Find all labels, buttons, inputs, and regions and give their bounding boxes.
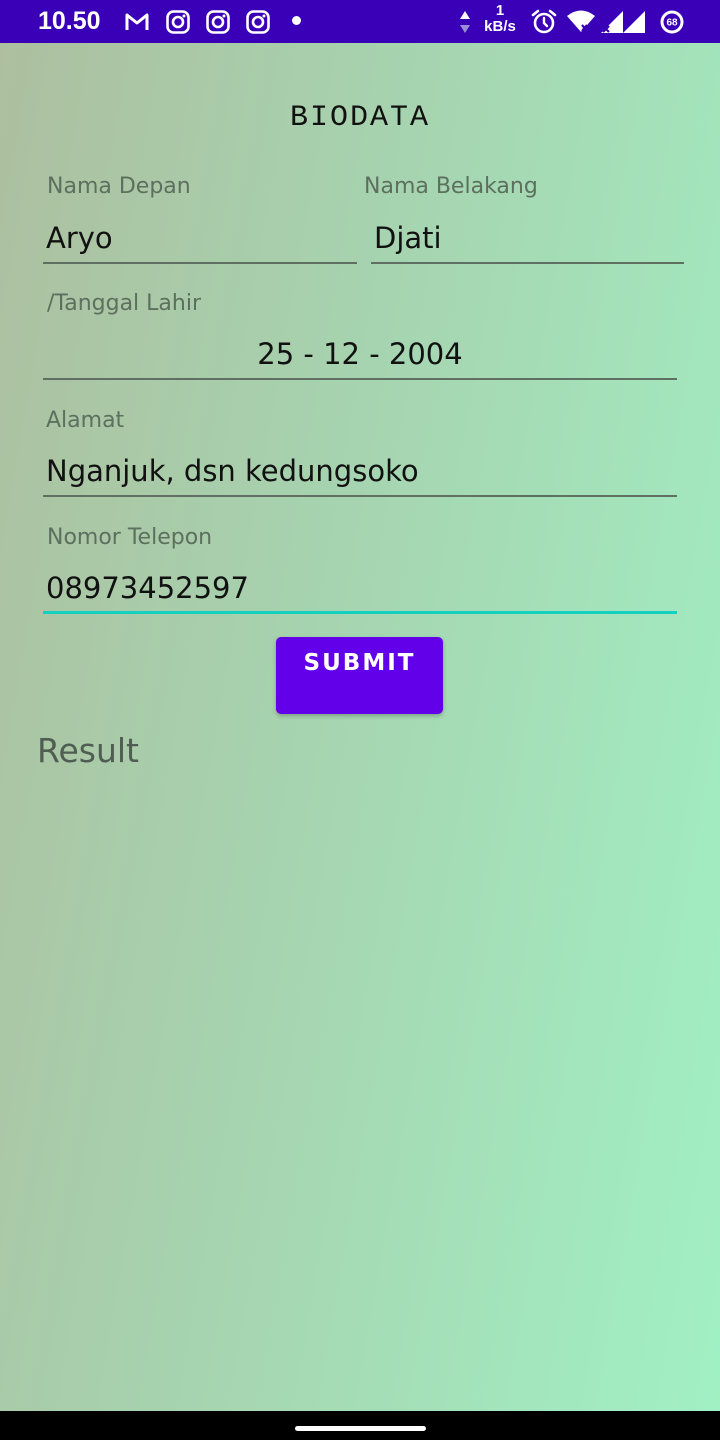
data-arrows-icon — [460, 11, 470, 33]
home-gesture-bar[interactable] — [295, 1426, 426, 1431]
instagram-icon — [246, 10, 270, 34]
cellular-signal-icon — [623, 11, 645, 33]
notification-dot-icon — [292, 16, 301, 25]
gmail-icon — [125, 13, 149, 30]
navigation-bar — [0, 1411, 720, 1440]
battery-icon: 68 — [660, 10, 684, 34]
birth-date-input[interactable]: 25 - 12 - 2004 — [43, 334, 677, 380]
first-name-input[interactable]: Aryo — [43, 218, 357, 264]
network-speed-unit: kB/s — [484, 18, 516, 35]
alarm-icon — [531, 9, 557, 34]
wifi-icon — [567, 10, 595, 32]
last-name-input[interactable]: Djati — [371, 218, 684, 264]
last-name-label: Nama Belakang — [364, 174, 538, 199]
address-label: Alamat — [46, 408, 125, 433]
status-time: 10.50 — [38, 7, 101, 35]
battery-level: 68 — [666, 18, 678, 29]
first-name-label: Nama Depan — [47, 174, 191, 199]
phone-input[interactable]: 08973452597 — [43, 568, 677, 614]
phone-label: Nomor Telepon — [47, 525, 213, 550]
status-bar: 10.50 1 kB/s 68 — [0, 0, 720, 43]
instagram-icon — [206, 10, 230, 34]
network-speed: 1 kB/s — [478, 3, 522, 35]
page-title: BIODATA — [289, 101, 431, 135]
biodata-screen: BIODATA Nama Depan Aryo Nama Belakang Dj… — [0, 43, 720, 1411]
instagram-icon — [166, 10, 190, 34]
result-text: Result — [37, 731, 139, 770]
network-speed-value: 1 — [495, 2, 505, 19]
address-input[interactable]: Nganjuk, dsn kedungsoko — [43, 451, 677, 497]
submit-button[interactable]: SUBMIT — [276, 637, 443, 714]
birth-date-label: /Tanggal Lahir — [47, 291, 201, 316]
